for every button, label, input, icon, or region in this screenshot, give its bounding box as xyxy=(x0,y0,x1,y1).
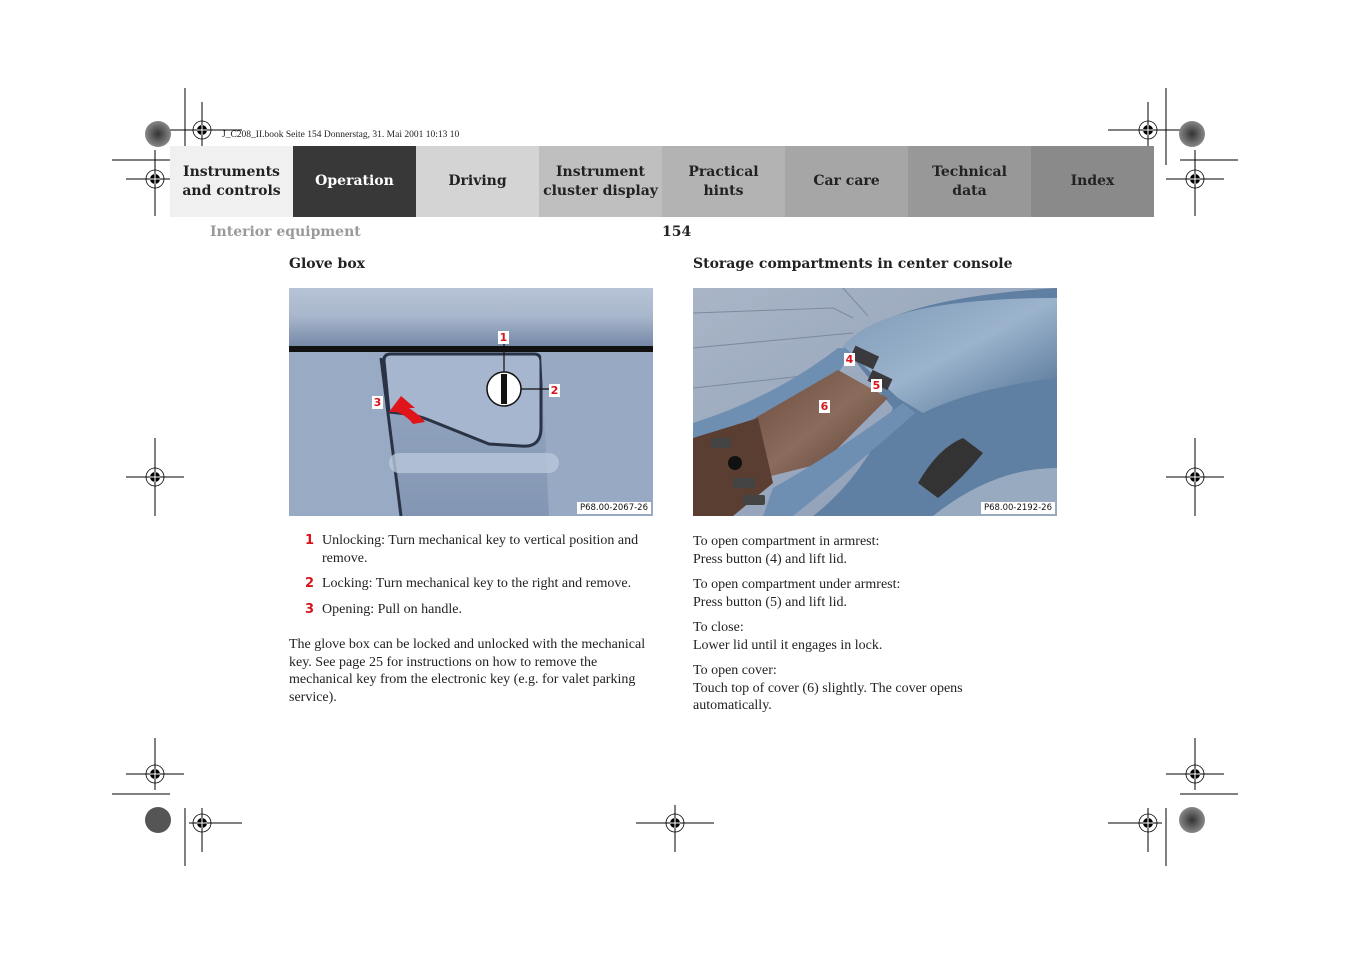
callout-6: 6 xyxy=(819,400,830,413)
glove-box-drawing xyxy=(289,288,653,516)
glove-box-heading: Glove box xyxy=(289,256,366,272)
figure-code: P68.00-2192-26 xyxy=(980,502,1055,514)
instruction-paragraph: To open compartment in armrest: Press bu… xyxy=(693,534,880,567)
page-number: 154 xyxy=(662,224,692,240)
instruction-paragraph: To open compartment under armrest: Press… xyxy=(693,577,901,610)
instruction-paragraph: To open cover: Touch top of cover (6) sl… xyxy=(693,663,963,713)
glove-box-illustration: 1 2 3 P68.00-2067-26 xyxy=(289,288,653,516)
print-slug: J_C208_II.book Seite 154 Donnerstag, 31.… xyxy=(222,130,460,140)
item-number: 3 xyxy=(304,601,314,617)
tab-driving[interactable]: Driving xyxy=(416,146,539,217)
chapter-tabs: Instruments and controls Operation Drivi… xyxy=(170,146,1180,217)
tab-instruments-and-controls[interactable]: Instruments and controls xyxy=(170,146,293,217)
callout-4: 4 xyxy=(844,353,855,366)
section-title: Interior equipment xyxy=(210,224,361,240)
item-text: Locking: Turn mechanical key to the righ… xyxy=(322,576,632,591)
list-item: 1 Unlocking: Turn mechanical key to vert… xyxy=(289,532,659,567)
tab-index[interactable]: Index xyxy=(1031,146,1154,217)
storage-compartments-heading: Storage compartments in center console xyxy=(693,256,1013,272)
callout-5: 5 xyxy=(871,379,882,392)
storage-instructions: To open compartment in armrest: Press bu… xyxy=(693,533,1063,723)
tab-operation[interactable]: Operation xyxy=(293,146,416,217)
center-console-drawing xyxy=(693,288,1057,516)
print-registration-marks xyxy=(112,88,1238,866)
center-console-illustration: 4 5 6 P68.00-2192-26 xyxy=(693,288,1057,516)
item-text: Opening: Pull on handle. xyxy=(322,601,462,617)
list-item: 2 Locking: Turn mechanical key to the ri… xyxy=(289,575,659,593)
glove-box-instructions: 1 Unlocking: Turn mechanical key to vert… xyxy=(289,532,659,706)
instruction-paragraph: To close: Lower lid until it engages in … xyxy=(693,620,883,653)
item-number: 1 xyxy=(304,533,314,548)
tab-technical-data[interactable]: Technical data xyxy=(908,146,1031,217)
callout-3: 3 xyxy=(372,396,383,409)
item-text: Unlocking: Turn mechanical key to vertic… xyxy=(322,533,639,566)
tab-practical-hints[interactable]: Practical hints xyxy=(662,146,785,217)
figure-code: P68.00-2067-26 xyxy=(576,502,651,514)
tab-instrument-cluster-display[interactable]: Instrument cluster display xyxy=(539,146,662,217)
callout-2: 2 xyxy=(549,384,560,397)
callout-1: 1 xyxy=(498,331,509,344)
list-item: 3 Opening: Pull on handle. xyxy=(289,601,659,619)
item-number: 2 xyxy=(304,576,314,591)
tab-car-care[interactable]: Car care xyxy=(785,146,908,217)
glove-box-paragraph: The glove box can be locked and unlocked… xyxy=(289,637,646,705)
